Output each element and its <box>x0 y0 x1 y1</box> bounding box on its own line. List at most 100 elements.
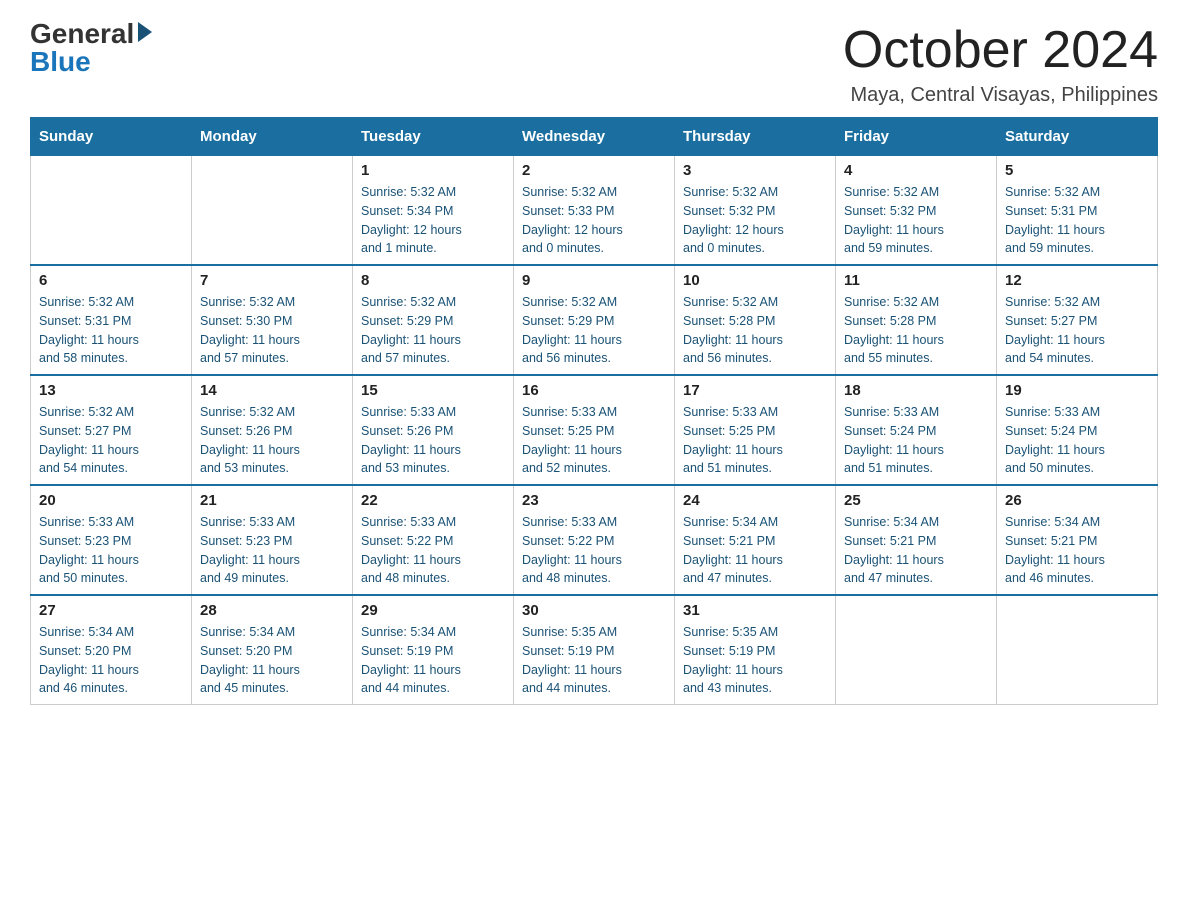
day-number: 30 <box>522 602 666 619</box>
day-info: Sunrise: 5:32 AM Sunset: 5:33 PM Dayligh… <box>522 183 666 258</box>
calendar-cell: 7 Sunrise: 5:32 AM Sunset: 5:30 PM Daylig… <box>192 265 353 375</box>
page-subtitle: Maya, Central Visayas, Philippines <box>843 84 1158 107</box>
week-row-3: 13Sunrise: 5:32 AM Sunset: 5:27 PM Dayli… <box>31 375 1158 485</box>
day-number: 13 <box>39 382 183 399</box>
day-number: 25 <box>844 492 988 509</box>
day-info: Sunrise: 5:33 AM Sunset: 5:24 PM Dayligh… <box>844 403 988 478</box>
week-row-2: 6 Sunrise: 5:32 AM Sunset: 5:31 PM Daylig… <box>31 265 1158 375</box>
day-number: 21 <box>200 492 344 509</box>
day-info: Sunrise: 5:32 AM Sunset: 5:32 PM Dayligh… <box>844 183 988 258</box>
day-info: Sunrise: 5:32 AM Sunset: 5:28 PM Dayligh… <box>844 293 988 368</box>
day-info: Sunrise: 5:32 AM Sunset: 5:26 PM Dayligh… <box>200 403 344 478</box>
day-info: Sunrise: 5:33 AM Sunset: 5:22 PM Dayligh… <box>522 513 666 588</box>
calendar-cell: 3 Sunrise: 5:32 AM Sunset: 5:32 PM Daylig… <box>675 156 836 266</box>
calendar-header-thursday: Thursday <box>675 118 836 156</box>
week-row-1: 1 Sunrise: 5:32 AM Sunset: 5:34 PM Daylig… <box>31 156 1158 266</box>
calendar-cell: 13Sunrise: 5:32 AM Sunset: 5:27 PM Dayli… <box>31 375 192 485</box>
day-number: 3 <box>683 162 827 179</box>
day-number: 23 <box>522 492 666 509</box>
day-number: 26 <box>1005 492 1149 509</box>
day-number: 19 <box>1005 382 1149 399</box>
calendar-cell: 10 Sunrise: 5:32 AM Sunset: 5:28 PM Dayli… <box>675 265 836 375</box>
calendar-cell: 26 Sunrise: 5:34 AM Sunset: 5:21 PM Dayli… <box>997 485 1158 595</box>
day-info: Sunrise: 5:34 AM Sunset: 5:21 PM Dayligh… <box>844 513 988 588</box>
day-info: Sunrise: 5:32 AM Sunset: 5:28 PM Dayligh… <box>683 293 827 368</box>
day-info: Sunrise: 5:32 AM Sunset: 5:31 PM Dayligh… <box>39 293 183 368</box>
day-number: 16 <box>522 382 666 399</box>
day-number: 28 <box>200 602 344 619</box>
day-info: Sunrise: 5:34 AM Sunset: 5:21 PM Dayligh… <box>683 513 827 588</box>
day-info: Sunrise: 5:32 AM Sunset: 5:27 PM Dayligh… <box>1005 293 1149 368</box>
day-number: 24 <box>683 492 827 509</box>
day-number: 31 <box>683 602 827 619</box>
day-number: 4 <box>844 162 988 179</box>
calendar-cell: 12Sunrise: 5:32 AM Sunset: 5:27 PM Dayli… <box>997 265 1158 375</box>
day-info: Sunrise: 5:33 AM Sunset: 5:23 PM Dayligh… <box>200 513 344 588</box>
calendar-cell: 23 Sunrise: 5:33 AM Sunset: 5:22 PM Dayli… <box>514 485 675 595</box>
day-number: 20 <box>39 492 183 509</box>
calendar-cell <box>31 156 192 266</box>
calendar-cell <box>997 595 1158 705</box>
calendar-cell: 14 Sunrise: 5:32 AM Sunset: 5:26 PM Dayli… <box>192 375 353 485</box>
title-section: October 2024 Maya, Central Visayas, Phil… <box>843 20 1158 107</box>
calendar-cell: 16Sunrise: 5:33 AM Sunset: 5:25 PM Dayli… <box>514 375 675 485</box>
day-info: Sunrise: 5:32 AM Sunset: 5:29 PM Dayligh… <box>361 293 505 368</box>
calendar-cell: 31Sunrise: 5:35 AM Sunset: 5:19 PM Dayli… <box>675 595 836 705</box>
day-number: 15 <box>361 382 505 399</box>
logo-triangle-icon <box>138 22 152 42</box>
calendar-cell: 2 Sunrise: 5:32 AM Sunset: 5:33 PM Daylig… <box>514 156 675 266</box>
day-number: 2 <box>522 162 666 179</box>
day-info: Sunrise: 5:35 AM Sunset: 5:19 PM Dayligh… <box>522 623 666 698</box>
calendar-cell: 19 Sunrise: 5:33 AM Sunset: 5:24 PM Dayli… <box>997 375 1158 485</box>
calendar-cell: 5 Sunrise: 5:32 AM Sunset: 5:31 PM Daylig… <box>997 156 1158 266</box>
calendar-cell: 22Sunrise: 5:33 AM Sunset: 5:22 PM Dayli… <box>353 485 514 595</box>
day-info: Sunrise: 5:34 AM Sunset: 5:21 PM Dayligh… <box>1005 513 1149 588</box>
day-number: 27 <box>39 602 183 619</box>
day-info: Sunrise: 5:34 AM Sunset: 5:19 PM Dayligh… <box>361 623 505 698</box>
calendar-header-friday: Friday <box>836 118 997 156</box>
day-info: Sunrise: 5:32 AM Sunset: 5:31 PM Dayligh… <box>1005 183 1149 258</box>
day-info: Sunrise: 5:32 AM Sunset: 5:34 PM Dayligh… <box>361 183 505 258</box>
day-number: 22 <box>361 492 505 509</box>
calendar-cell: 20 Sunrise: 5:33 AM Sunset: 5:23 PM Dayli… <box>31 485 192 595</box>
day-info: Sunrise: 5:33 AM Sunset: 5:23 PM Dayligh… <box>39 513 183 588</box>
day-number: 29 <box>361 602 505 619</box>
calendar-cell: 18 Sunrise: 5:33 AM Sunset: 5:24 PM Dayli… <box>836 375 997 485</box>
calendar-cell <box>836 595 997 705</box>
day-number: 14 <box>200 382 344 399</box>
calendar-header-saturday: Saturday <box>997 118 1158 156</box>
day-number: 5 <box>1005 162 1149 179</box>
page-title: October 2024 <box>843 20 1158 80</box>
calendar-header-monday: Monday <box>192 118 353 156</box>
day-number: 18 <box>844 382 988 399</box>
day-number: 10 <box>683 272 827 289</box>
day-number: 6 <box>39 272 183 289</box>
day-info: Sunrise: 5:32 AM Sunset: 5:30 PM Dayligh… <box>200 293 344 368</box>
calendar-cell: 9Sunrise: 5:32 AM Sunset: 5:29 PM Daylig… <box>514 265 675 375</box>
calendar-cell: 15Sunrise: 5:33 AM Sunset: 5:26 PM Dayli… <box>353 375 514 485</box>
day-number: 7 <box>200 272 344 289</box>
day-number: 9 <box>522 272 666 289</box>
day-info: Sunrise: 5:32 AM Sunset: 5:32 PM Dayligh… <box>683 183 827 258</box>
day-info: Sunrise: 5:34 AM Sunset: 5:20 PM Dayligh… <box>200 623 344 698</box>
week-row-5: 27 Sunrise: 5:34 AM Sunset: 5:20 PM Dayli… <box>31 595 1158 705</box>
calendar-cell: 11 Sunrise: 5:32 AM Sunset: 5:28 PM Dayli… <box>836 265 997 375</box>
calendar-header-sunday: Sunday <box>31 118 192 156</box>
calendar-cell: 27Sunrise: 5:34 AM Sunset: 5:20 PM Dayli… <box>31 595 192 705</box>
calendar-cell: 17Sunrise: 5:33 AM Sunset: 5:25 PM Dayli… <box>675 375 836 485</box>
calendar-cell: 29 Sunrise: 5:34 AM Sunset: 5:19 PM Dayli… <box>353 595 514 705</box>
calendar-cell: 30 Sunrise: 5:35 AM Sunset: 5:19 PM Dayli… <box>514 595 675 705</box>
day-number: 17 <box>683 382 827 399</box>
calendar-cell <box>192 156 353 266</box>
day-info: Sunrise: 5:33 AM Sunset: 5:24 PM Dayligh… <box>1005 403 1149 478</box>
calendar-cell: 21 Sunrise: 5:33 AM Sunset: 5:23 PM Dayli… <box>192 485 353 595</box>
calendar-cell: 4 Sunrise: 5:32 AM Sunset: 5:32 PM Daylig… <box>836 156 997 266</box>
calendar-header-tuesday: Tuesday <box>353 118 514 156</box>
day-number: 1 <box>361 162 505 179</box>
calendar-cell: 6 Sunrise: 5:32 AM Sunset: 5:31 PM Daylig… <box>31 265 192 375</box>
logo-general-text: General <box>30 20 134 48</box>
page-header: General Blue October 2024 Maya, Central … <box>30 20 1158 107</box>
day-number: 11 <box>844 272 988 289</box>
logo: General Blue <box>30 20 152 76</box>
calendar-header-wednesday: Wednesday <box>514 118 675 156</box>
